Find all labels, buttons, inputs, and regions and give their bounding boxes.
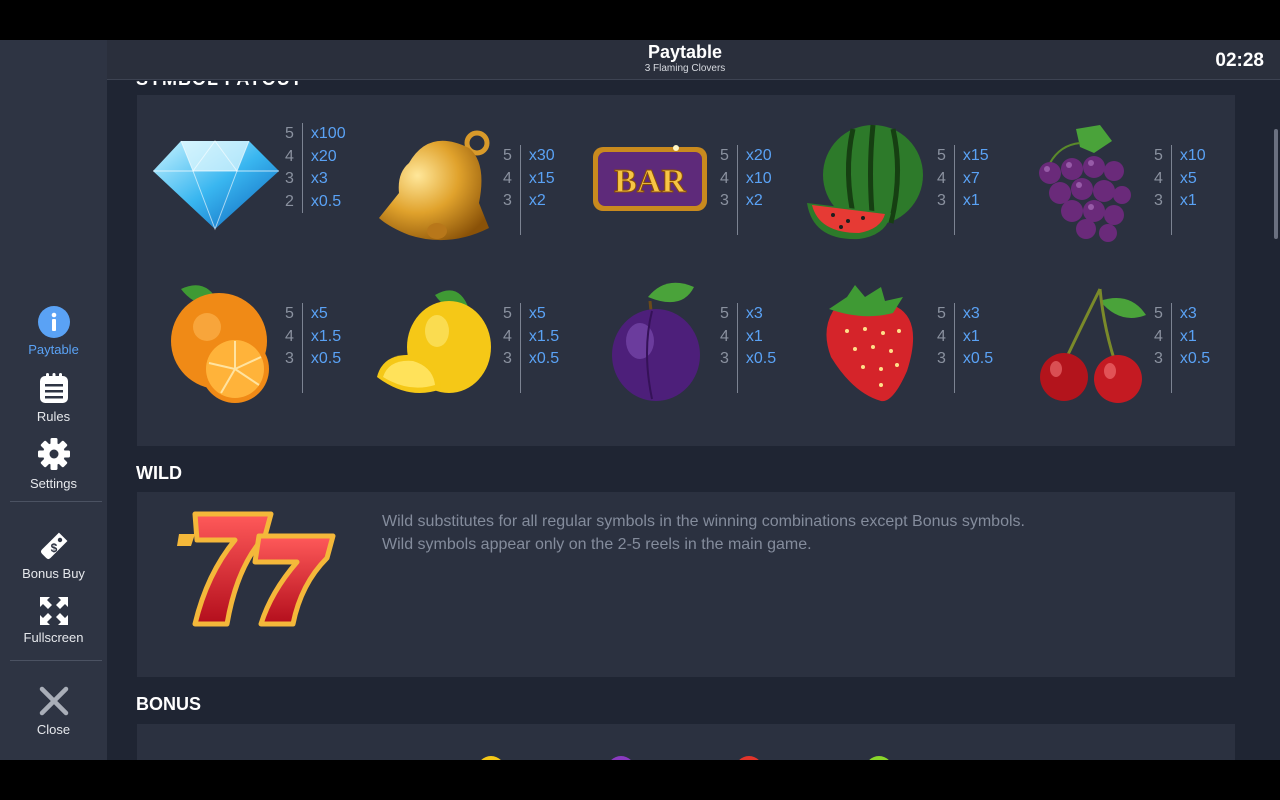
header-bar: Paytable 3 Flaming Clovers 02:28	[107, 40, 1280, 80]
bell-icon	[379, 130, 490, 241]
symbol-watermelon: 543 x15 x7 x1	[803, 123, 1013, 253]
info-icon	[37, 306, 70, 338]
sidebar-item-close[interactable]: Close	[0, 686, 107, 737]
symbol-bell: 543 x30 x15 x2	[369, 123, 579, 253]
symbol-plum: 543 x3 x1 x0.5	[586, 281, 796, 411]
plum-icon	[612, 282, 700, 401]
bonus-panel	[137, 724, 1235, 760]
svg-text:BAR: BAR	[614, 163, 686, 200]
payout-list: 5432 x100 x20 x3 x0.5	[285, 123, 346, 213]
sidebar-divider	[10, 660, 102, 661]
symbol-lemon: 543 x5 x1.5 x0.5	[369, 281, 579, 411]
gear-icon	[37, 438, 70, 470]
wild-description: Wild substitutes for all regular symbols…	[382, 513, 1025, 553]
wild-heading: WILD	[136, 463, 182, 483]
payout-list: 543 x3 x1 x0.5	[937, 303, 993, 393]
sidebar-item-bonus-buy[interactable]: $ Bonus Buy	[0, 529, 107, 581]
bonus-symbol-icon	[607, 756, 635, 760]
grapes-icon	[1039, 125, 1131, 242]
symbol-orange: 543 x5 x1.5 x0.5	[151, 281, 361, 411]
clock: 02:28	[1215, 50, 1264, 71]
fullscreen-icon	[39, 597, 68, 625]
bonus-symbol-icon	[865, 756, 893, 760]
symbol-cherry: 543 x3 x1 x0.5	[1020, 281, 1230, 411]
bonus-symbol-icon	[735, 756, 763, 760]
scrollbar-thumb[interactable]	[1274, 129, 1278, 239]
page-title: Paytable	[647, 42, 723, 62]
bonus-heading: BONUS	[136, 694, 202, 714]
payout-list: 543 x3 x1 x0.5	[1154, 303, 1210, 393]
watermelon-icon	[807, 124, 923, 240]
orange-icon	[171, 285, 269, 403]
sidebar-item-label: Fullscreen	[23, 630, 84, 645]
section-heading-cut: SYMBOL PAYOUT	[136, 81, 303, 90]
sidebar-item-settings[interactable]: Settings	[0, 437, 107, 491]
wild-seven-icon	[177, 511, 336, 627]
scrollbar[interactable]	[1267, 81, 1280, 760]
price-tag-icon: $	[40, 532, 67, 560]
symbol-diamond: 5432 x100 x20 x3 x0.5	[151, 123, 361, 253]
svg-text:$: $	[50, 541, 57, 555]
payout-list: 543 x30 x15 x2	[503, 145, 555, 235]
symbols-panel: 5432 x100 x20 x3 x0.5 543 x30 x15 x2 BAR…	[137, 95, 1235, 446]
payout-list: 543 x3 x1 x0.5	[720, 303, 776, 393]
sidebar-item-fullscreen[interactable]: Fullscreen	[0, 596, 107, 645]
sidebar-item-label: Bonus Buy	[22, 566, 85, 581]
payout-list: 543 x20 x10 x2	[720, 145, 772, 235]
sidebar-item-label: Rules	[36, 409, 71, 424]
bar-symbol-icon: BAR	[593, 145, 707, 211]
payout-list: 543 x5 x1.5 x0.5	[285, 303, 341, 393]
payout-list: 543 x10 x5 x1	[1154, 145, 1206, 235]
close-icon	[39, 686, 68, 716]
bonus-symbol-icon	[477, 756, 505, 760]
strawberry-icon	[826, 285, 914, 402]
game-name: 3 Flaming Clovers	[644, 63, 726, 74]
cherry-icon	[1040, 288, 1146, 403]
symbol-bar: BAR 543 x20 x10 x2	[586, 123, 796, 253]
payout-list: 543 x5 x1.5 x0.5	[503, 303, 559, 393]
rules-icon	[39, 373, 68, 403]
symbol-grapes: 543 x10 x5 x1	[1020, 123, 1230, 253]
lemon-icon	[377, 290, 491, 393]
sidebar-item-label: Paytable	[28, 342, 79, 357]
paytable-content[interactable]: SYMBOL PAYOUT 5432	[107, 81, 1267, 760]
sidebar-item-label: Settings	[30, 476, 77, 491]
sidebar-item-rules[interactable]: Rules	[0, 373, 107, 424]
sidebar-item-label: Close	[36, 722, 71, 737]
symbol-strawberry: 543 x3 x1 x0.5	[803, 281, 1013, 411]
payout-list: 543 x15 x7 x1	[937, 145, 989, 235]
sidebar: Paytable Rules Settings $ Bonus Buy Full…	[0, 40, 107, 760]
paytable-screen: Paytable Rules Settings $ Bonus Buy Full…	[0, 40, 1280, 760]
diamond-icon	[153, 140, 279, 231]
wild-panel: Wild substitutes for all regular symbols…	[137, 492, 1235, 677]
sidebar-item-paytable[interactable]: Paytable	[0, 306, 107, 357]
sidebar-divider	[10, 501, 102, 502]
